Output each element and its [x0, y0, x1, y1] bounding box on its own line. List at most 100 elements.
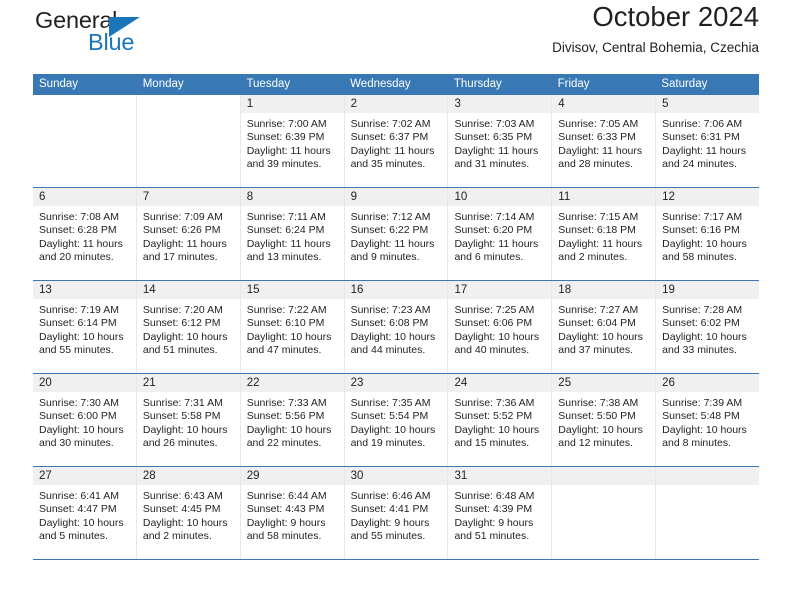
- day-cell[interactable]: 5 Sunrise: 7:06 AM Sunset: 6:31 PM Daylight…: [656, 95, 760, 187]
- day-daylight-text: Daylight: 10 hours: [558, 423, 643, 436]
- day-daylight-text: and 58 minutes.: [662, 251, 737, 264]
- day-cell[interactable]: 3 Sunrise: 7:03 AM Sunset: 6:35 PM Daylight…: [448, 95, 553, 187]
- day-sun-info: Sunrise: 7:20 AM Sunset: 6:12 PM Daylight:…: [137, 299, 240, 358]
- day-number: 21: [136, 374, 240, 392]
- day-cell[interactable]: 26 Sunrise: 7:39 AM Sunset: 5:48 PM Dayligh…: [656, 374, 760, 466]
- day-cell[interactable]: 6 Sunrise: 7:08 AM Sunset: 6:28 PM Daylight…: [33, 188, 137, 280]
- day-sunrise-text: Sunrise: 6:41 AM: [39, 490, 119, 502]
- calendar-page: General Blue October 2024 Divisov, Centr…: [0, 0, 792, 612]
- day-cell[interactable]: 12 Sunrise: 7:17 AM Sunset: 6:16 PM Dayligh…: [656, 188, 760, 280]
- day-number: 7: [136, 188, 240, 206]
- day-cell[interactable]: 2 Sunrise: 7:02 AM Sunset: 6:37 PM Daylight…: [344, 95, 449, 187]
- day-cell[interactable]: 28 Sunrise: 6:43 AM Sunset: 4:45 PM Dayligh…: [136, 467, 241, 559]
- day-daylight-text: Daylight: 9 hours: [350, 516, 430, 529]
- day-sunset-text: Sunset: 6:08 PM: [350, 317, 429, 330]
- day-sunrise-text: Sunrise: 7:36 AM: [454, 397, 535, 409]
- day-sunset-text: Sunset: 5:50 PM: [558, 410, 636, 423]
- day-cell[interactable]: 18 Sunrise: 7:27 AM Sunset: 6:04 PM Dayligh…: [552, 281, 657, 373]
- day-cell[interactable]: 16 Sunrise: 7:23 AM Sunset: 6:08 PM Dayligh…: [344, 281, 449, 373]
- day-sunset-text: Sunset: 6:06 PM: [454, 317, 533, 330]
- day-cell[interactable]: 29 Sunrise: 6:44 AM Sunset: 4:43 PM Dayligh…: [240, 467, 345, 559]
- day-daylight-text: and 55 minutes.: [39, 344, 114, 357]
- day-number: 27: [33, 467, 136, 485]
- day-number: 3: [448, 95, 552, 113]
- day-cell[interactable]: 23 Sunrise: 7:35 AM Sunset: 5:54 PM Dayligh…: [344, 374, 449, 466]
- day-sunset-text: Sunset: 6:37 PM: [350, 131, 429, 144]
- day-sun-info: Sunrise: 7:22 AM Sunset: 6:10 PM Daylight:…: [241, 299, 344, 358]
- day-sunset-text: Sunset: 6:04 PM: [558, 317, 636, 330]
- day-daylight-text: Daylight: 10 hours: [39, 516, 124, 529]
- day-sun-info: Sunrise: 7:30 AM Sunset: 6:00 PM Daylight:…: [33, 392, 136, 451]
- day-daylight-text: Daylight: 11 hours: [39, 237, 123, 250]
- calendar-week-row: 1 Sunrise: 7:00 AM Sunset: 6:39 PM Daylight…: [33, 95, 760, 188]
- day-sunrise-text: Sunrise: 7:09 AM: [142, 211, 223, 223]
- day-cell[interactable]: 25 Sunrise: 7:38 AM Sunset: 5:50 PM Dayligh…: [552, 374, 657, 466]
- day-number: 4: [552, 95, 656, 113]
- day-sun-info: Sunrise: 6:44 AM Sunset: 4:43 PM Daylight:…: [241, 485, 344, 544]
- day-sunset-text: Sunset: 5:58 PM: [142, 410, 221, 423]
- day-cell[interactable]: 11 Sunrise: 7:15 AM Sunset: 6:18 PM Dayligh…: [552, 188, 657, 280]
- day-sunrise-text: Sunrise: 6:44 AM: [246, 490, 327, 502]
- day-daylight-text: Daylight: 10 hours: [454, 330, 540, 343]
- day-sunrise-text: Sunrise: 7:35 AM: [350, 397, 431, 409]
- day-sunrise-text: Sunrise: 7:14 AM: [454, 211, 535, 223]
- page-subtitle: Divisov, Central Bohemia, Czechia: [552, 40, 759, 55]
- weekday-header-tuesday: Tuesday: [246, 78, 291, 90]
- day-daylight-text: and 19 minutes.: [350, 437, 426, 450]
- day-daylight-text: Daylight: 11 hours: [350, 237, 435, 250]
- day-sun-info: Sunrise: 7:38 AM Sunset: 5:50 PM Daylight:…: [552, 392, 655, 451]
- day-sun-info: Sunrise: 7:25 AM Sunset: 6:06 PM Daylight:…: [448, 299, 551, 358]
- day-cell[interactable]: 7 Sunrise: 7:09 AM Sunset: 6:26 PM Daylight…: [136, 188, 241, 280]
- day-cell[interactable]: 21 Sunrise: 7:31 AM Sunset: 5:58 PM Dayligh…: [136, 374, 241, 466]
- day-daylight-text: Daylight: 10 hours: [662, 330, 747, 343]
- day-daylight-text: and 31 minutes.: [454, 158, 530, 171]
- day-sunset-text: Sunset: 6:18 PM: [558, 224, 636, 237]
- day-sunrise-text: Sunrise: 7:11 AM: [246, 211, 326, 223]
- day-cell[interactable]: 14 Sunrise: 7:20 AM Sunset: 6:12 PM Dayligh…: [136, 281, 241, 373]
- day-cell[interactable]: 15 Sunrise: 7:22 AM Sunset: 6:10 PM Dayligh…: [240, 281, 345, 373]
- day-cell[interactable]: 27 Sunrise: 6:41 AM Sunset: 4:47 PM Dayligh…: [33, 467, 137, 559]
- weekday-header-friday: Friday: [557, 78, 590, 90]
- day-sunset-text: Sunset: 4:39 PM: [454, 503, 533, 516]
- day-number: 1: [240, 95, 344, 113]
- day-cell[interactable]: 13 Sunrise: 7:19 AM Sunset: 6:14 PM Dayligh…: [33, 281, 137, 373]
- page-title: October 2024: [592, 1, 759, 32]
- general-blue-logo[interactable]: General Blue: [33, 7, 213, 65]
- day-sunset-text: Sunset: 4:47 PM: [39, 503, 117, 516]
- day-cell[interactable]: 8 Sunrise: 7:11 AM Sunset: 6:24 PM Daylight…: [240, 188, 345, 280]
- day-cell-empty: [136, 95, 241, 187]
- day-daylight-text: and 5 minutes.: [39, 530, 108, 543]
- day-cell[interactable]: 24 Sunrise: 7:36 AM Sunset: 5:52 PM Dayligh…: [448, 374, 553, 466]
- day-number: [136, 95, 240, 113]
- day-daylight-text: Daylight: 10 hours: [350, 423, 436, 436]
- day-cell[interactable]: 1 Sunrise: 7:00 AM Sunset: 6:39 PM Daylight…: [240, 95, 345, 187]
- day-sunrise-text: Sunrise: 7:39 AM: [662, 397, 743, 409]
- day-daylight-text: Daylight: 9 hours: [246, 516, 326, 529]
- day-cell[interactable]: 4 Sunrise: 7:05 AM Sunset: 6:33 PM Daylight…: [552, 95, 657, 187]
- weekday-header-saturday: Saturday: [661, 78, 708, 90]
- day-cell-empty: [656, 467, 760, 559]
- day-sunrise-text: Sunrise: 7:27 AM: [558, 304, 639, 316]
- day-sunset-text: Sunset: 6:31 PM: [662, 131, 740, 144]
- day-cell[interactable]: 30 Sunrise: 6:46 AM Sunset: 4:41 PM Dayligh…: [344, 467, 449, 559]
- day-sunrise-text: Sunrise: 7:08 AM: [39, 211, 119, 223]
- day-cell[interactable]: 9 Sunrise: 7:12 AM Sunset: 6:22 PM Daylight…: [344, 188, 449, 280]
- calendar-week-row: 6 Sunrise: 7:08 AM Sunset: 6:28 PM Daylight…: [33, 188, 760, 281]
- day-daylight-text: and 13 minutes.: [246, 251, 322, 264]
- weekday-header-sunday: Sunday: [39, 78, 79, 90]
- day-daylight-text: Daylight: 10 hours: [662, 237, 747, 250]
- day-cell[interactable]: 22 Sunrise: 7:33 AM Sunset: 5:56 PM Dayligh…: [240, 374, 345, 466]
- day-daylight-text: Daylight: 10 hours: [558, 330, 643, 343]
- day-cell[interactable]: 31 Sunrise: 6:48 AM Sunset: 4:39 PM Dayligh…: [448, 467, 553, 559]
- day-cell[interactable]: 20 Sunrise: 7:30 AM Sunset: 6:00 PM Dayligh…: [33, 374, 137, 466]
- day-cell-empty: [552, 467, 657, 559]
- day-cell[interactable]: 10 Sunrise: 7:14 AM Sunset: 6:20 PM Dayligh…: [448, 188, 553, 280]
- day-number: 24: [448, 374, 552, 392]
- logo-text-blue: Blue: [88, 29, 135, 55]
- day-cell[interactable]: 17 Sunrise: 7:25 AM Sunset: 6:06 PM Dayligh…: [448, 281, 553, 373]
- day-number: 31: [448, 467, 552, 485]
- day-number: 25: [552, 374, 656, 392]
- day-cell[interactable]: 19 Sunrise: 7:28 AM Sunset: 6:02 PM Dayligh…: [656, 281, 760, 373]
- weekday-header-monday: Monday: [142, 78, 184, 90]
- day-sun-info: Sunrise: 7:15 AM Sunset: 6:18 PM Daylight:…: [552, 206, 655, 265]
